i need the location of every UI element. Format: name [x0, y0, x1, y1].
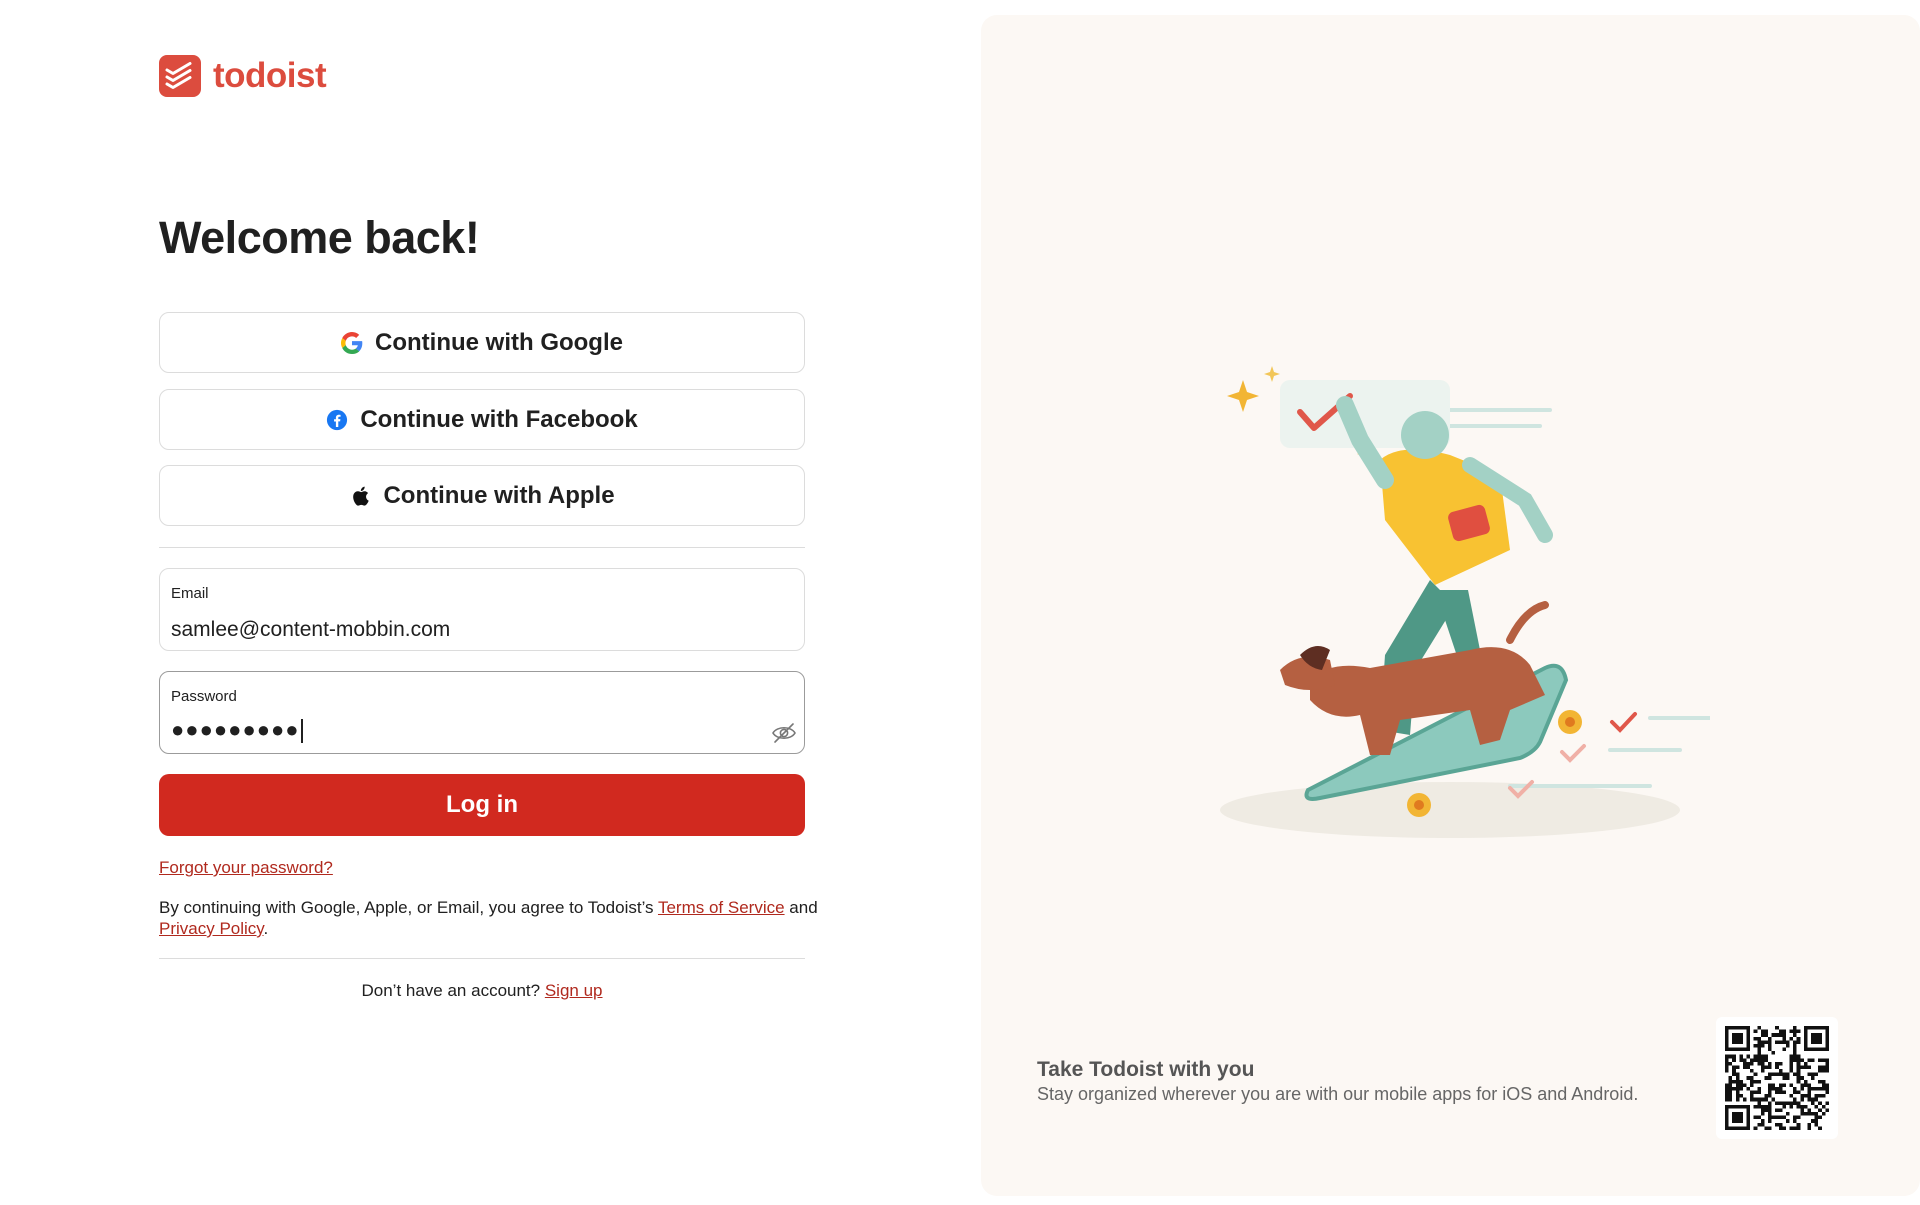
todoist-logo[interactable]: todoist: [159, 55, 327, 97]
promo-title: Take Todoist with you: [1037, 1058, 1255, 1081]
terms-of-service-link[interactable]: Terms of Service: [658, 898, 785, 917]
text-caret: [300, 719, 303, 744]
qr-code: [1716, 1017, 1838, 1139]
password-field[interactable]: Password ●●●●●●●●●: [159, 671, 805, 754]
sign-up-link[interactable]: Sign up: [545, 981, 603, 1000]
facebook-button-label: Continue with Facebook: [360, 405, 638, 433]
apple-button-label: Continue with Apple: [383, 481, 615, 509]
password-value: ●●●●●●●●●: [171, 717, 300, 742]
facebook-icon: [326, 409, 348, 431]
continue-with-google-button[interactable]: Continue with Google: [159, 312, 805, 373]
promo-subtitle: Stay organized wherever you are with our…: [1037, 1084, 1639, 1104]
email-field[interactable]: Email samlee@content-mobbin.com: [159, 568, 805, 651]
forgot-password-link[interactable]: Forgot your password?: [159, 858, 333, 878]
divider: [159, 547, 805, 548]
legal-notice: By continuing with Google, Apple, or Ema…: [159, 897, 819, 939]
todoist-logo-icon: [159, 55, 201, 97]
privacy-policy-link[interactable]: Privacy Policy: [159, 919, 264, 938]
signup-prompt: Don’t have an account?: [361, 981, 545, 1000]
legal-middle: and: [784, 898, 818, 917]
eye-slash-icon[interactable]: [770, 720, 798, 746]
qr-code-image: [1725, 1026, 1829, 1130]
google-button-label: Continue with Google: [375, 328, 623, 356]
password-input[interactable]: ●●●●●●●●●: [171, 717, 303, 744]
email-input[interactable]: samlee@content-mobbin.com: [171, 618, 450, 642]
todoist-wordmark: todoist: [213, 56, 327, 95]
google-icon: [341, 331, 363, 354]
divider: [159, 958, 805, 959]
legal-suffix: .: [263, 919, 269, 938]
page-title: Welcome back!: [159, 212, 480, 263]
apple-icon: [349, 485, 371, 507]
signup-row: Don’t have an account? Sign up: [159, 981, 805, 1001]
continue-with-facebook-button[interactable]: Continue with Facebook: [159, 389, 805, 450]
email-label: Email: [171, 585, 209, 602]
legal-prefix: By continuing with Google, Apple, or Ema…: [159, 898, 658, 917]
continue-with-apple-button[interactable]: Continue with Apple: [159, 465, 805, 526]
skateboard-illustration: [1210, 350, 1712, 860]
log-in-button[interactable]: Log in: [159, 774, 805, 836]
password-label: Password: [171, 688, 237, 705]
